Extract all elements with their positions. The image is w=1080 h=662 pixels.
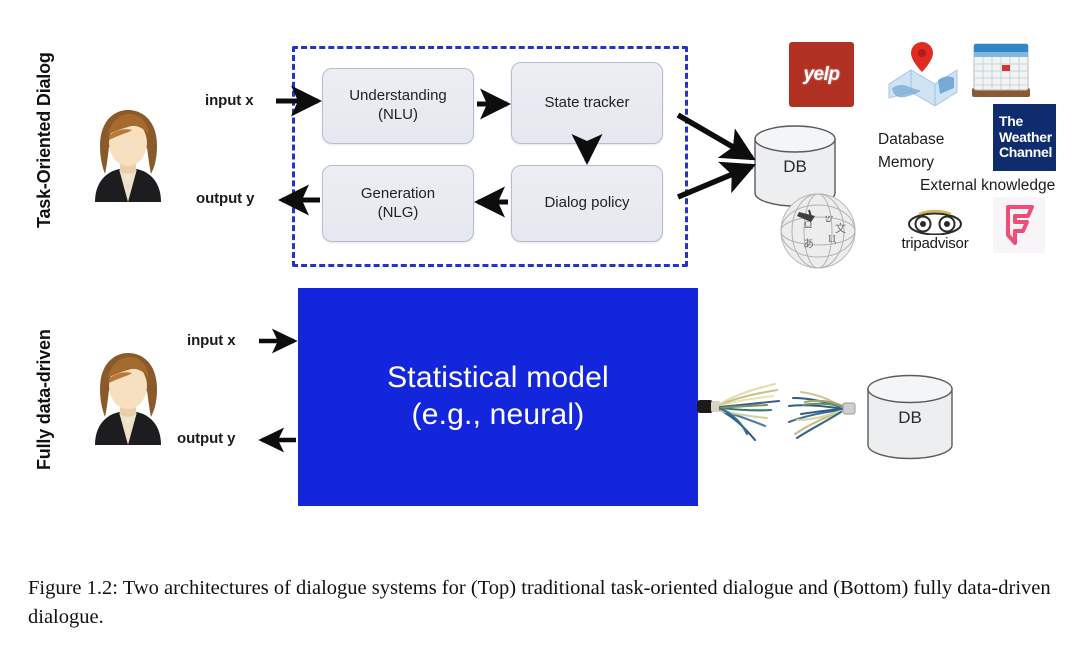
input-label-bottom: input x — [187, 332, 236, 349]
section-label-fully-data-driven: Fully data-driven — [34, 329, 54, 470]
output-var-top: y — [246, 190, 255, 207]
foursquare-icon — [1006, 205, 1034, 245]
user-avatar-top — [85, 102, 171, 202]
logo-foursquare[interactable] — [993, 197, 1045, 253]
output-label-top-text: output — [196, 190, 247, 207]
logo-wikipedia[interactable]: Ω ש Ц あ 文 — [779, 192, 857, 270]
logo-weather-line3: Channel — [999, 144, 1053, 161]
module-nlg-line1: Generation — [360, 184, 436, 202]
module-nlg[interactable]: Generation (NLG) — [322, 165, 474, 242]
statistical-model-line2: (e.g., neural) — [411, 398, 585, 431]
module-dialog-policy[interactable]: Dialog policy — [511, 165, 663, 242]
logo-calendar[interactable] — [969, 38, 1033, 100]
arrow-policy-to-db — [676, 161, 757, 200]
output-label-top: output y — [196, 190, 254, 207]
output-label-bottom-text: output — [177, 430, 228, 447]
module-nlu-line2: (NLU) — [377, 106, 418, 123]
map-pin-icon — [888, 42, 958, 107]
arrow-state-tracker-to-db — [676, 112, 756, 161]
input-var-bottom: x — [227, 332, 236, 349]
logo-weather-line1: The — [999, 112, 1023, 129]
logo-weather-line2: Weather — [999, 128, 1052, 145]
input-label-top-text: input — [205, 92, 246, 109]
svg-text:文: 文 — [835, 221, 846, 235]
statistical-model-line1: Statistical model — [387, 361, 609, 395]
calendar-icon — [972, 43, 1030, 97]
module-nlg-line2: (NLG) — [377, 203, 419, 221]
frayed-cable — [697, 372, 867, 444]
module-dialog-policy-line1: Dialog policy — [544, 194, 630, 212]
database-label-bottom: DB — [898, 408, 922, 427]
logo-weather-channel[interactable]: The Weather Channel — [993, 104, 1056, 171]
logo-map[interactable] — [886, 36, 960, 107]
svg-text:ש: ש — [825, 213, 833, 225]
cable-icon — [697, 382, 856, 442]
tripadvisor-owl-icon — [908, 209, 962, 235]
output-var-bottom: y — [227, 430, 236, 447]
logo-yelp[interactable]: yelp — [789, 42, 854, 107]
input-var-top: x — [245, 92, 254, 109]
database-cylinder-bottom: DB — [866, 374, 954, 460]
svg-text:あ: あ — [803, 237, 814, 250]
logo-tripadvisor[interactable]: tripadvisor — [885, 204, 985, 256]
output-label-bottom: output y — [177, 430, 235, 447]
input-label-top: input x — [205, 92, 254, 109]
user-avatar-bottom — [85, 345, 171, 445]
wikipedia-globe-icon: Ω ש Ц あ 文 — [780, 193, 856, 269]
avatar-icon — [95, 353, 161, 445]
avatar-icon — [95, 110, 161, 202]
logo-yelp-text: yelp — [803, 63, 840, 85]
logo-tripadvisor-text: tripadvisor — [901, 234, 969, 252]
module-state-tracker[interactable]: State tracker — [511, 62, 663, 144]
module-nlu-line1: Understanding — [349, 87, 447, 105]
statistical-model-box[interactable]: Statistical model (e.g., neural) — [298, 288, 698, 506]
input-label-bottom-text: input — [187, 332, 228, 349]
section-label-task-oriented: Task-Oriented Dialog — [34, 52, 54, 228]
module-state-tracker-line1: State tracker — [544, 93, 630, 111]
module-nlu[interactable]: Understanding (NLU) — [322, 68, 474, 144]
database-label-top: DB — [783, 157, 807, 176]
figure-canvas: Task-Oriented Dialog input x output y Un — [0, 0, 1080, 662]
figure-caption: Figure 1.2: Two architectures of dialogu… — [28, 577, 1051, 629]
